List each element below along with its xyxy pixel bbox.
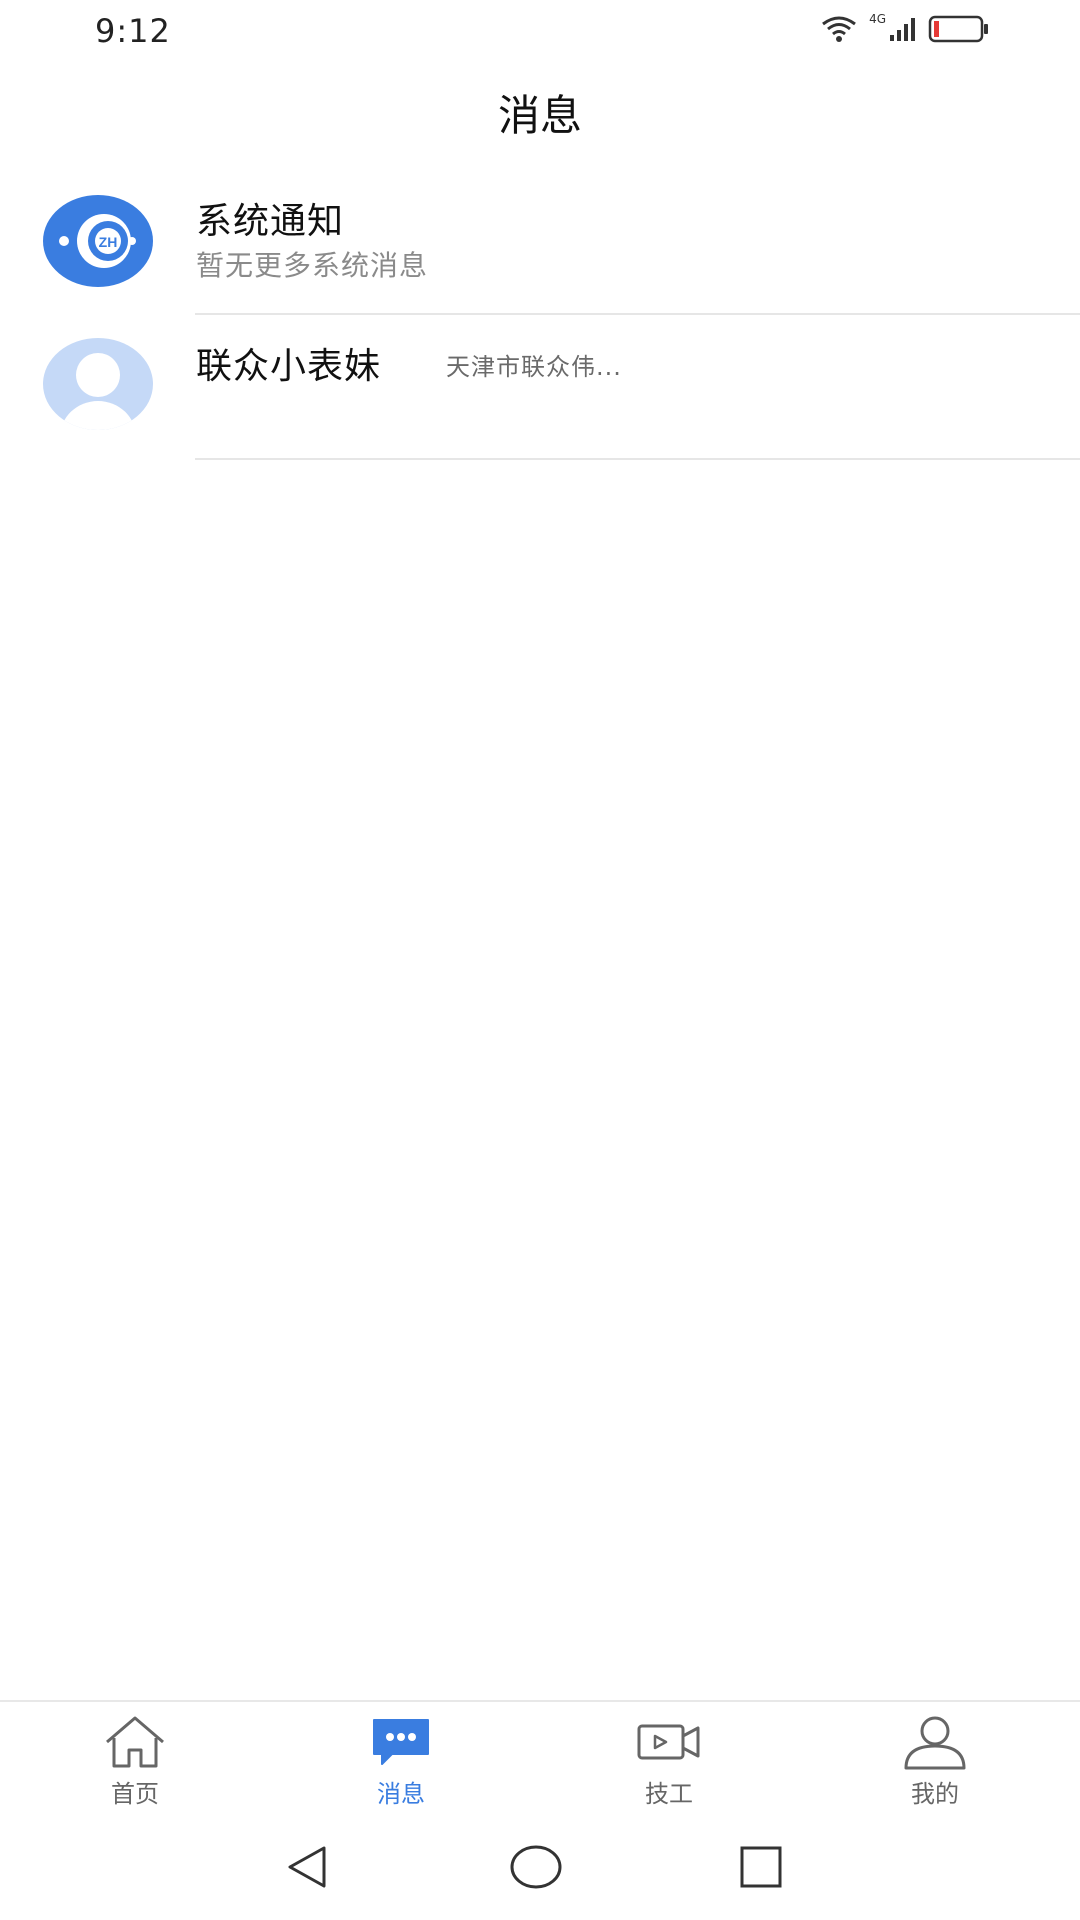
system-notification-icon: ZH xyxy=(43,195,153,287)
tab-label: 技工 xyxy=(645,1780,693,1808)
video-camera-icon xyxy=(637,1724,700,1760)
bottom-tab-bar: 首页 消息 技工 我的 xyxy=(0,1700,1080,1822)
home-circle-icon[interactable] xyxy=(508,1842,564,1892)
message-item-subtitle: 暂无更多系统消息 xyxy=(196,249,429,282)
status-bar: 9:12 4G xyxy=(0,0,1080,70)
default-user-icon xyxy=(43,338,153,430)
messages-screen: 9:12 4G 消息 ZH 系统通知 暂无更多系统消息 联众小表妹 天津市联众伟… xyxy=(0,0,1080,1920)
tab-label: 消息 xyxy=(377,1780,425,1808)
message-item-contact[interactable]: 联众小表妹 天津市联众伟... xyxy=(0,315,1080,460)
system-nav-bar xyxy=(0,1820,1080,1920)
status-icons: 4G xyxy=(819,12,990,44)
page-title: 消息 xyxy=(497,91,582,140)
tab-label: 我的 xyxy=(911,1780,959,1808)
message-item-preview: 天津市联众伟... xyxy=(446,353,622,381)
back-icon[interactable] xyxy=(282,1842,332,1892)
list-divider xyxy=(195,458,1080,460)
wifi-icon xyxy=(822,16,856,42)
tab-label: 首页 xyxy=(111,1780,159,1808)
person-icon xyxy=(904,1716,966,1770)
tab-messages[interactable]: 消息 xyxy=(321,1714,481,1814)
tab-profile[interactable]: 我的 xyxy=(855,1714,1015,1814)
signal-icon xyxy=(890,18,915,41)
tab-technician[interactable]: 技工 xyxy=(589,1714,749,1814)
recents-icon[interactable] xyxy=(736,1842,786,1892)
message-item-system-notification[interactable]: ZH 系统通知 暂无更多系统消息 xyxy=(0,170,1080,315)
home-icon xyxy=(106,1716,164,1768)
status-time: 9:12 xyxy=(95,12,171,50)
message-list: ZH 系统通知 暂无更多系统消息 联众小表妹 天津市联众伟... xyxy=(0,170,1080,460)
svg-text:ZH: ZH xyxy=(99,234,118,250)
chat-bubble-icon xyxy=(373,1719,429,1765)
message-item-name: 联众小表妹 xyxy=(196,346,382,387)
message-item-name: 系统通知 xyxy=(196,201,345,242)
network-type-label: 4G xyxy=(869,12,886,26)
battery-icon xyxy=(928,15,988,43)
tab-home[interactable]: 首页 xyxy=(55,1714,215,1814)
